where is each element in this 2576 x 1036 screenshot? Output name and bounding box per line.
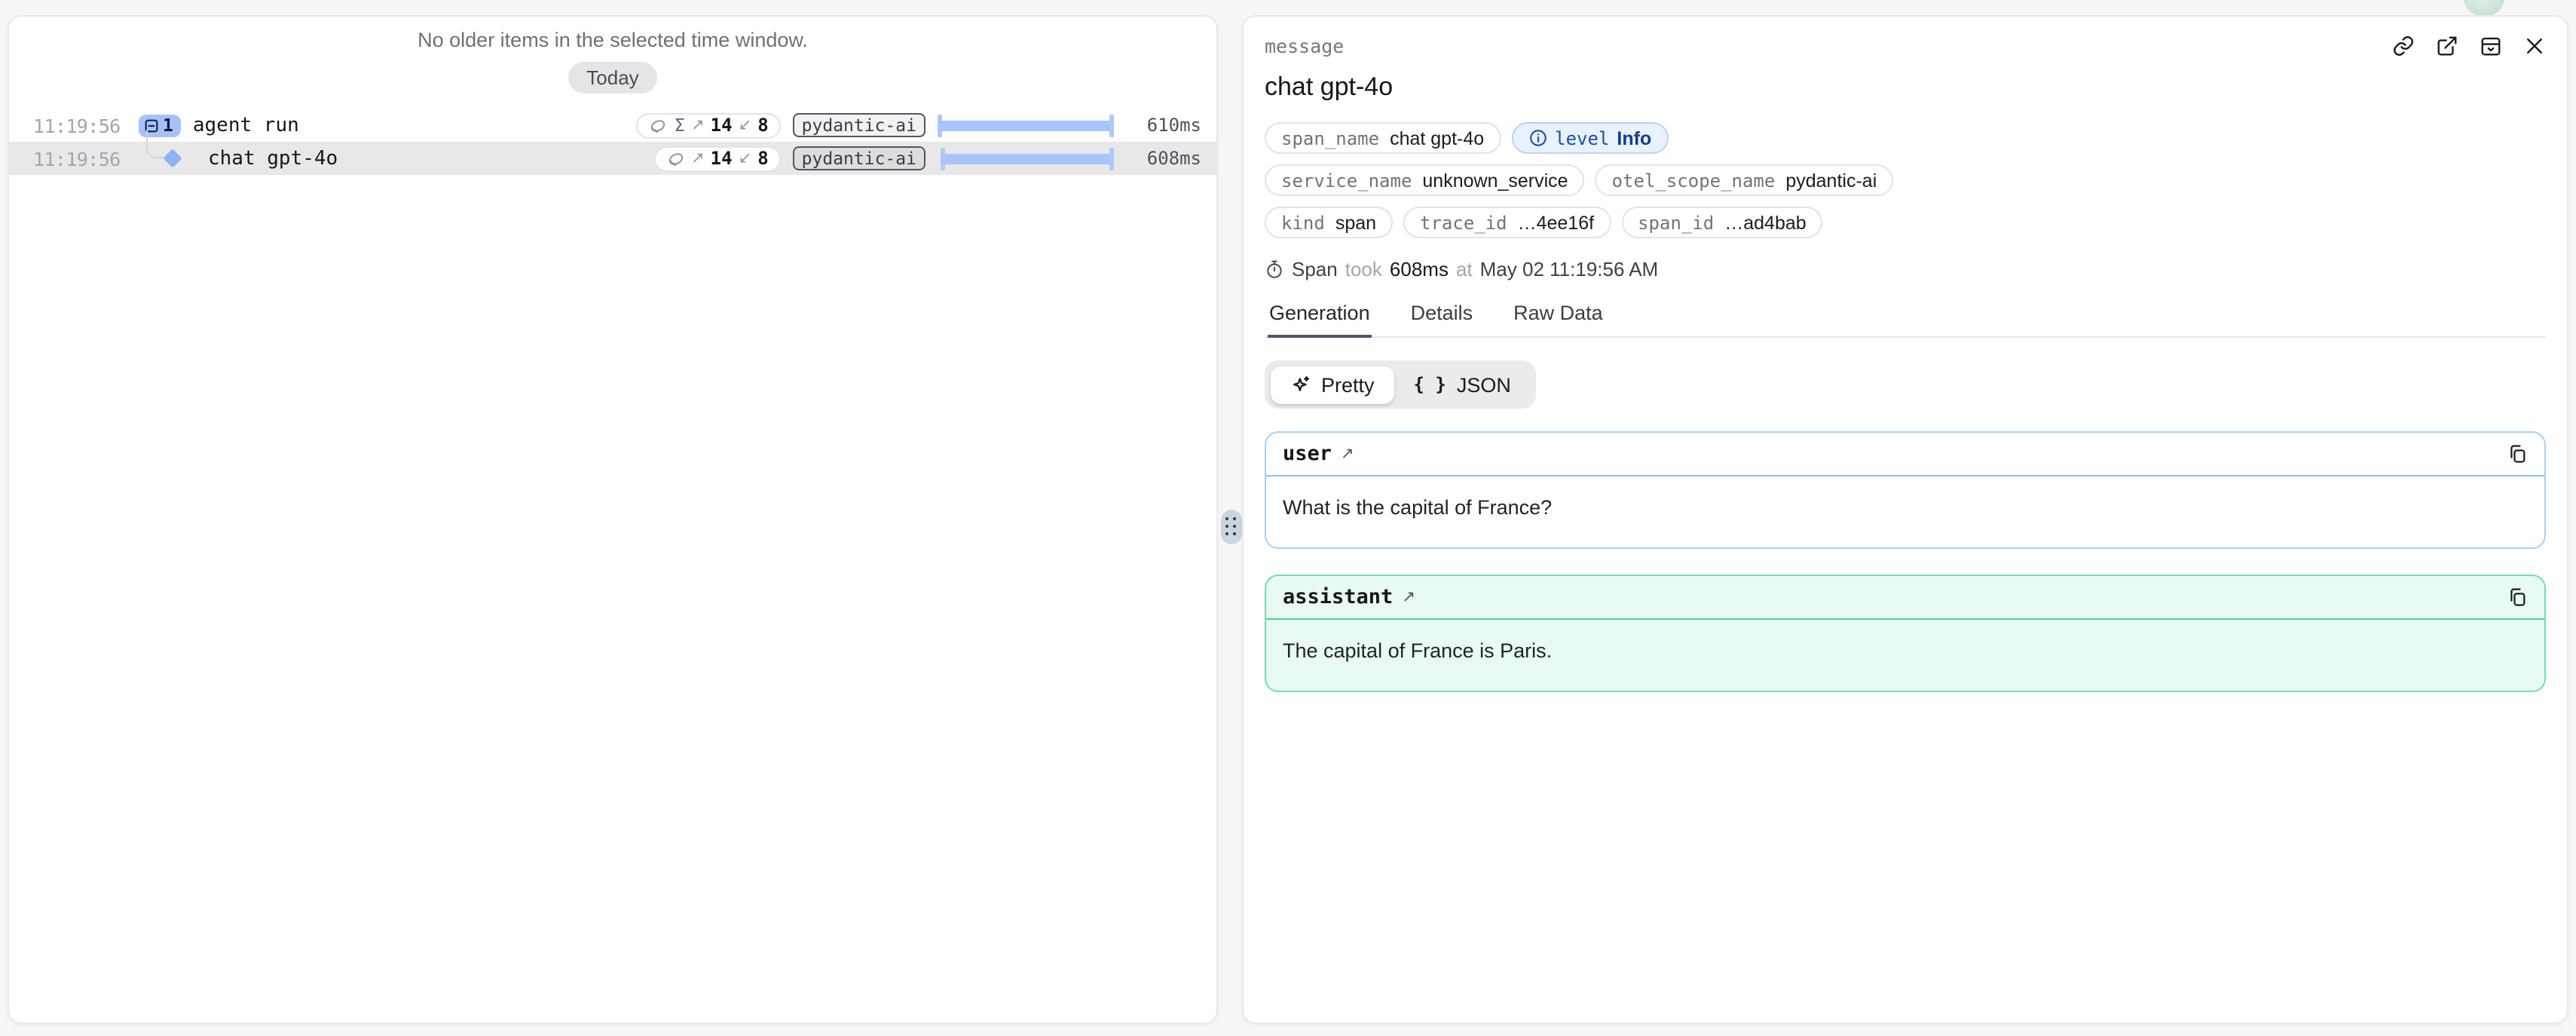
sigma-icon: Σ (674, 115, 685, 136)
braces-icon: { } (1414, 374, 1446, 395)
info-icon (1528, 128, 1547, 148)
trace-row-chat-gpt-4o[interactable]: 11:19:56 chat gpt-4o ↗ 14 ↙ 8 (9, 142, 1216, 175)
attr-trace-id[interactable]: trace_id …4ee16f (1403, 207, 1611, 238)
token-usage-pill: ↗ 14 ↙ 8 (653, 146, 781, 171)
tab-raw-data[interactable]: Raw Data (1512, 302, 1605, 338)
timeline-panel: No older items in the selected time wind… (8, 15, 1218, 1024)
tab-details[interactable]: Details (1409, 302, 1475, 338)
pretty-toggle-button[interactable]: Pretty (1270, 366, 1394, 403)
attr-span-name[interactable]: span_name chat gpt-4o (1265, 122, 1501, 154)
dock-panel-icon[interactable] (2480, 35, 2502, 57)
span-timing: Span took 608ms at May 02 11:19:56 AM (1265, 258, 2546, 280)
scope-tag: pydantic-ai (793, 113, 925, 137)
output-tokens: 8 (757, 148, 768, 169)
span-kind-label: message (1265, 35, 1344, 57)
span-title: chat gpt-4o (1265, 72, 2546, 103)
link-icon[interactable] (2392, 35, 2415, 57)
span-duration: 608ms (1390, 258, 1449, 280)
duration-bar (938, 114, 1114, 136)
input-tokens-icon: ↗ (691, 116, 705, 134)
attr-otel-scope-name[interactable]: otel_scope_name pydantic-ai (1595, 164, 1894, 196)
close-icon[interactable] (2523, 35, 2546, 57)
panel-resize-handle[interactable] (1221, 510, 1242, 544)
row-timestamp: 11:19:56 (33, 147, 127, 170)
row-timestamp: 11:19:56 (33, 114, 127, 136)
message-content: The capital of France is Paris. (1266, 620, 2544, 691)
stopwatch-icon (1265, 259, 1284, 279)
message-list: user ↗ What is the capital of France? as… (1265, 431, 2546, 692)
message-role: assistant (1283, 585, 1393, 609)
span-detail-panel: message chat gpt-4o (1242, 15, 2568, 1024)
open-external-icon[interactable] (2436, 35, 2458, 57)
output-tokens-icon: ↙ (739, 149, 752, 167)
copy-button[interactable] (2507, 443, 2528, 464)
json-toggle-button[interactable]: { } JSON (1394, 366, 1531, 403)
view-mode-toggle: Pretty { } JSON (1265, 360, 1536, 409)
span-timestamp: May 02 11:19:56 AM (1480, 258, 1659, 280)
trace-viewer: No older items in the selected time wind… (0, 0, 2576, 1036)
tab-generation[interactable]: Generation (1268, 302, 1372, 338)
date-chip: Today (568, 62, 656, 93)
open-message-icon[interactable]: ↗ (1402, 588, 1415, 606)
tree-connector (146, 130, 164, 158)
output-tokens: 8 (757, 115, 768, 136)
attr-kind[interactable]: kind span (1265, 207, 1393, 238)
input-tokens-icon: ↗ (691, 149, 705, 167)
timeline-notice: No older items in the selected time wind… (9, 29, 1216, 51)
open-message-icon[interactable]: ↗ (1341, 445, 1354, 463)
sparkle-icon (1290, 374, 1311, 395)
copy-button[interactable] (2507, 587, 2528, 608)
token-coin-icon (665, 149, 685, 168)
detail-tabs: Generation Details Raw Data (1265, 302, 2546, 338)
token-usage-pill: Σ ↗ 14 ↙ 8 (636, 112, 780, 138)
duration-label: 610ms (1126, 115, 1201, 136)
level-badge[interactable]: level Info (1511, 122, 1668, 154)
child-count: 1 (163, 115, 173, 136)
span-name: chat gpt-4o (208, 147, 338, 170)
token-coin-icon (648, 115, 668, 135)
copy-icon (2507, 587, 2528, 608)
duration-bar (938, 147, 1114, 170)
attr-span-id[interactable]: span_id …ad4bab (1621, 207, 1823, 238)
span-diamond-icon (163, 149, 182, 167)
user-message-card: user ↗ What is the capital of France? (1265, 431, 2546, 549)
input-tokens: 14 (711, 115, 733, 136)
avatar (2463, 0, 2505, 17)
assistant-message-card: assistant ↗ The capital of France is Par… (1265, 575, 2546, 692)
message-content: What is the capital of France? (1266, 477, 2544, 547)
attr-service-name[interactable]: service_name unknown_service (1265, 164, 1585, 196)
message-role: user (1283, 442, 1332, 466)
span-attributes: span_name chat gpt-4o level Info service… (1265, 122, 2546, 238)
input-tokens: 14 (711, 148, 733, 169)
copy-icon (2507, 443, 2528, 464)
duration-label: 608ms (1126, 148, 1201, 169)
span-name: agent run (193, 114, 299, 136)
output-tokens-icon: ↙ (739, 116, 752, 134)
trace-rows: 11:19:56 1 agent run Σ ↗ (9, 109, 1216, 175)
trace-row-agent-run[interactable]: 11:19:56 1 agent run Σ ↗ (9, 109, 1216, 142)
scope-tag: pydantic-ai (793, 146, 925, 170)
